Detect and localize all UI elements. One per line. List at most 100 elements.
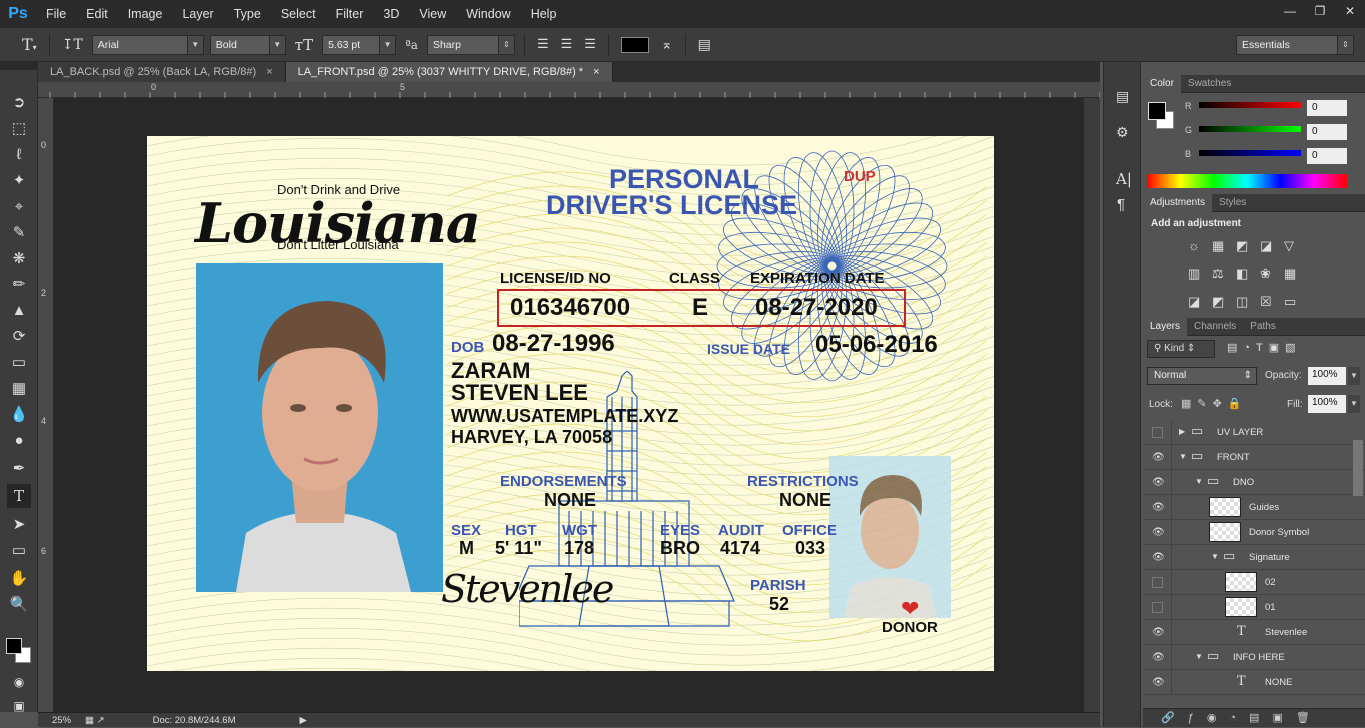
layer-row[interactable]: 👁 T NONE — [1143, 670, 1365, 695]
eye-icon[interactable]: 👁 — [1152, 527, 1165, 538]
screen-mode-icon[interactable]: ▣ — [7, 694, 31, 718]
menu-edit[interactable]: Edit — [76, 0, 118, 28]
rectangle-tool-icon[interactable]: ▭ — [7, 538, 31, 562]
toggle-orientation-icon[interactable]: ↧T — [56, 37, 89, 53]
color-balance-adjustment-icon[interactable]: ⚖ — [1212, 266, 1224, 282]
license-card[interactable]: Don't Drink and Drive Louisiana Don't Li… — [147, 136, 994, 671]
menu-file[interactable]: File — [36, 0, 76, 28]
curves-adjustment-icon[interactable]: ◩ — [1236, 238, 1248, 254]
zoom-level[interactable]: 25% — [52, 715, 71, 726]
stamp-tool-icon[interactable]: ▲ — [7, 298, 31, 322]
layer-row[interactable]: ▶ ▭ UV LAYER — [1143, 420, 1365, 445]
close-icon[interactable]: × — [593, 66, 599, 78]
crop-tool-icon[interactable]: ⌖ — [7, 194, 31, 218]
eye-icon[interactable]: 👁 — [1152, 502, 1165, 513]
threshold-adjustment-icon[interactable]: ◫ — [1236, 294, 1248, 310]
paragraph-panel-icon[interactable]: ¶ — [1117, 196, 1125, 213]
status-icons[interactable]: ▦ ↗ — [85, 715, 105, 726]
eye-icon[interactable]: 👁 — [1152, 452, 1165, 463]
lasso-tool-icon[interactable]: ℓ — [7, 142, 31, 166]
actions-panel-icon[interactable]: ⚙ — [1116, 124, 1129, 141]
b-slider[interactable] — [1199, 150, 1301, 156]
marquee-tool-icon[interactable]: ⬚ — [7, 116, 31, 140]
brightness-adjustment-icon[interactable]: ☼ — [1188, 238, 1200, 253]
type-tool-icon[interactable]: T — [7, 484, 31, 508]
gradient-map-adjustment-icon[interactable]: ▭ — [1284, 294, 1296, 310]
layer-row[interactable]: 👁 ▼ ▭ Signature — [1143, 545, 1365, 570]
type-tool-preset-icon[interactable]: T▾ — [0, 35, 43, 54]
menu-help[interactable]: Help — [521, 0, 567, 28]
color-foreground-swatch[interactable] — [1148, 102, 1166, 120]
tab-la-front[interactable]: LA_FRONT.psd @ 25% (3037 WHITTY DRIVE, R… — [285, 62, 613, 82]
magic-wand-tool-icon[interactable]: ✦ — [7, 168, 31, 192]
eye-icon[interactable]: 👁 — [1152, 677, 1165, 688]
tab-swatches[interactable]: Swatches — [1181, 75, 1238, 93]
menu-window[interactable]: Window — [456, 0, 520, 28]
eye-icon[interactable]: 👁 — [1152, 627, 1165, 638]
layer-row[interactable]: 01 — [1143, 595, 1365, 620]
menu-select[interactable]: Select — [271, 0, 326, 28]
layer-row[interactable]: 👁 ▼ ▭ FRONT — [1143, 445, 1365, 470]
tab-adjustments[interactable]: Adjustments — [1143, 193, 1213, 212]
tab-color[interactable]: Color — [1143, 74, 1181, 93]
layer-row[interactable]: 👁 Donor Symbol — [1143, 520, 1365, 545]
chevron-right-icon[interactable]: ▶ — [1179, 427, 1185, 436]
g-slider[interactable] — [1199, 126, 1301, 132]
black-white-adjustment-icon[interactable]: ◧ — [1236, 266, 1248, 282]
font-size-select[interactable]: 5.63 pt ▼ — [322, 34, 397, 55]
r-input[interactable]: 0 — [1307, 100, 1347, 116]
character-panel-icon[interactable]: ▤ — [692, 37, 717, 53]
antialias-select[interactable]: Sharp ⇕ — [426, 34, 515, 55]
channel-mixer-adjustment-icon[interactable]: ▦ — [1284, 266, 1296, 282]
gradient-tool-icon[interactable]: ▦ — [7, 376, 31, 400]
lock-icons[interactable]: ▦✎✥🔒 — [1181, 397, 1248, 410]
exposure-adjustment-icon[interactable]: ◪ — [1260, 238, 1272, 254]
color-ramp[interactable] — [1147, 174, 1347, 188]
b-input[interactable]: 0 — [1307, 148, 1347, 164]
layer-row[interactable]: 👁 ▼ ▭ DNO — [1143, 470, 1365, 495]
chevron-down-icon[interactable]: ▼ — [1348, 395, 1360, 413]
vertical-scrollbar[interactable] — [1084, 98, 1100, 712]
blur-tool-icon[interactable]: 💧 — [7, 402, 31, 426]
tab-layers[interactable]: Layers — [1143, 317, 1188, 336]
quick-mask-icon[interactable]: ◉ — [7, 670, 31, 694]
move-tool-icon[interactable]: ➲ — [7, 90, 31, 114]
selective-color-adjustment-icon[interactable]: ☒ — [1260, 294, 1272, 310]
opacity-input[interactable]: 100% — [1308, 367, 1346, 385]
menu-view[interactable]: View — [409, 0, 456, 28]
invert-adjustment-icon[interactable]: ◪ — [1188, 294, 1200, 310]
chevron-down-icon[interactable]: ▼ — [1211, 552, 1219, 561]
eye-icon[interactable]: 👁 — [1152, 477, 1165, 488]
path-selection-tool-icon[interactable]: ➤ — [7, 512, 31, 536]
healing-brush-tool-icon[interactable]: ❋ — [7, 246, 31, 270]
visibility-off-icon[interactable] — [1152, 427, 1163, 438]
visibility-off-icon[interactable] — [1152, 602, 1163, 613]
foreground-color-swatch[interactable] — [6, 638, 22, 654]
minimize-button[interactable]: — — [1275, 0, 1305, 22]
layers-footer-icons[interactable]: 🔗ƒ◉◔▤▣🗑 — [1143, 708, 1365, 727]
font-family-select[interactable]: Arial ▼ — [91, 34, 204, 55]
levels-adjustment-icon[interactable]: ▦ — [1212, 238, 1224, 254]
character-panel-icon[interactable]: A| — [1116, 170, 1132, 188]
menu-filter[interactable]: Filter — [326, 0, 374, 28]
photo-filter-adjustment-icon[interactable]: ❀ — [1260, 266, 1271, 282]
tab-channels[interactable]: Channels — [1187, 318, 1243, 336]
layer-row[interactable]: 👁 ▼ ▭ INFO HERE — [1143, 645, 1365, 670]
layers-scroll-thumb[interactable] — [1353, 440, 1363, 496]
font-style-select[interactable]: Bold ▼ — [209, 34, 286, 55]
hue-adjustment-icon[interactable]: ▥ — [1188, 266, 1200, 282]
tab-styles[interactable]: Styles — [1212, 194, 1253, 212]
brush-tool-icon[interactable]: ✏ — [7, 272, 31, 296]
menu-image[interactable]: Image — [118, 0, 173, 28]
fill-input[interactable]: 100% — [1308, 395, 1346, 413]
status-menu-arrow-icon[interactable]: ▶ — [300, 715, 307, 726]
visibility-off-icon[interactable] — [1152, 577, 1163, 588]
menu-3d[interactable]: 3D — [373, 0, 409, 28]
restore-button[interactable]: ❐ — [1305, 0, 1335, 22]
align-right-icon[interactable]: ☰ — [578, 37, 602, 52]
hand-tool-icon[interactable]: ✋ — [7, 566, 31, 590]
zoom-tool-icon[interactable]: 🔍 — [7, 592, 31, 616]
pen-tool-icon[interactable]: ✒ — [7, 456, 31, 480]
align-center-icon[interactable]: ☰ — [555, 37, 579, 52]
workspace-select[interactable]: Essentials ⇕ — [1236, 34, 1354, 55]
